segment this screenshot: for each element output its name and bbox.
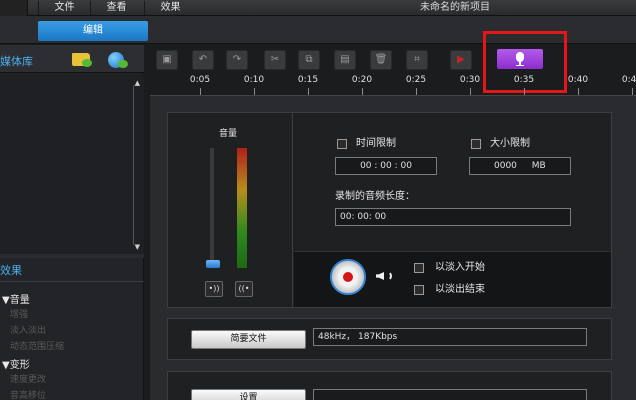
duration-label: 录制的音频长度： [335,191,415,202]
paste-icon[interactable]: ▤ [334,50,356,70]
time-limit-field[interactable]: 00 : 00 : 00 [335,157,437,175]
fade-in-label: 以淡入开始 [435,262,485,273]
menu-file[interactable]: 文件 [38,1,90,15]
settings-field [313,389,587,400]
ruler-label: 0:30 [459,75,481,85]
effects-divider [0,281,144,282]
fade-out-label: 以淡出结束 [435,284,485,295]
import-folder-icon[interactable] [72,53,92,67]
record-icon [343,272,353,282]
undo-icon[interactable]: ↶ [192,50,214,70]
panel-divider [292,112,293,308]
effects-item-enhance[interactable]: 增强 [10,307,28,320]
crop-icon[interactable]: ⌗ [406,50,428,70]
ruler-label: 0:15 [297,75,319,85]
profile-field: 48kHz， 187Kbps [313,328,587,346]
volume-slider-handle[interactable] [206,260,220,268]
volume-slider-track[interactable] [210,148,214,266]
effects-item-pitch[interactable]: 音高移位 [10,388,46,400]
effects-category-transform[interactable]: ▼变形 [2,356,30,371]
time-limit-label: 时间限制 [356,138,396,149]
library-header: 媒体库 [0,45,144,73]
ruler-label: 0:45 [621,75,636,85]
timeline-ruler[interactable]: 0:05 0:10 0:15 0:20 0:25 0:30 0:35 0:40 … [150,72,636,96]
ruler-label: 0:10 [243,75,265,85]
level-meter [237,148,247,268]
ruler-label: 0:20 [351,75,373,85]
redo-icon[interactable]: ↷ [226,50,248,70]
library-title: 媒体库 [0,55,33,68]
menu-bar: 文件 查看 效果 未命名的新项目 [0,0,636,16]
effects-item-speed[interactable]: 速度更改 [10,372,46,385]
left-panel: 媒体库 ▲ ▼ 效果 ▼音量 增强 淡入淡出 动态范围压缩 ▼变形 速度更改 音… [0,45,144,400]
profile-button[interactable]: 简要文件 [191,330,306,349]
menu-effects[interactable]: 效果 [144,1,196,15]
size-limit-field[interactable]: 0000 MB [469,157,571,175]
effects-title: 效果 [0,264,22,277]
copy-icon[interactable]: ⧉ [298,50,320,70]
download-globe-icon[interactable] [108,52,128,68]
duration-field: 00: 00: 00 [335,208,571,226]
size-limit-unit: MB [531,161,546,171]
scroll-up-icon[interactable]: ▲ [135,79,140,87]
fade-in-checkbox[interactable] [414,263,424,273]
size-limit-checkbox[interactable] [471,139,481,149]
menu-view[interactable]: 查看 [90,1,142,15]
stereo-input-button[interactable]: ((• [235,281,253,297]
size-limit-value: 0000 [494,161,517,171]
time-limit-checkbox[interactable] [337,139,347,149]
cut-icon[interactable]: ✂ [264,50,286,70]
ruler-label: 0:25 [405,75,427,85]
volume-label: 音量 [219,129,238,139]
effects-category-volume[interactable]: ▼音量 [2,291,30,306]
mono-input-button[interactable]: •)) [205,281,223,297]
scroll-down-icon[interactable]: ▼ [135,243,140,251]
library-area[interactable] [0,74,144,254]
delete-icon[interactable]: 🗑 [370,50,392,70]
effects-item-fade[interactable]: 淡入淡出 [10,323,46,336]
tab-edit[interactable]: 编辑 [38,21,148,41]
document-title: 未命名的新项目 [420,2,490,13]
marker-icon[interactable]: ▶ [450,50,472,70]
ruler-label: 0:35 [513,75,535,85]
fade-out-checkbox[interactable] [414,285,424,295]
settings-button[interactable]: 设置 [191,389,306,400]
record-button[interactable] [330,259,366,295]
ruler-label: 0:05 [189,75,211,85]
save-icon[interactable]: ▣ [156,50,178,70]
panel-splitter[interactable] [0,254,144,258]
size-limit-label: 大小限制 [490,138,530,149]
effects-item-compress[interactable]: 动态范围压缩 [10,339,64,352]
ruler-label: 0:40 [567,75,589,85]
library-scrollbar[interactable] [133,85,139,245]
